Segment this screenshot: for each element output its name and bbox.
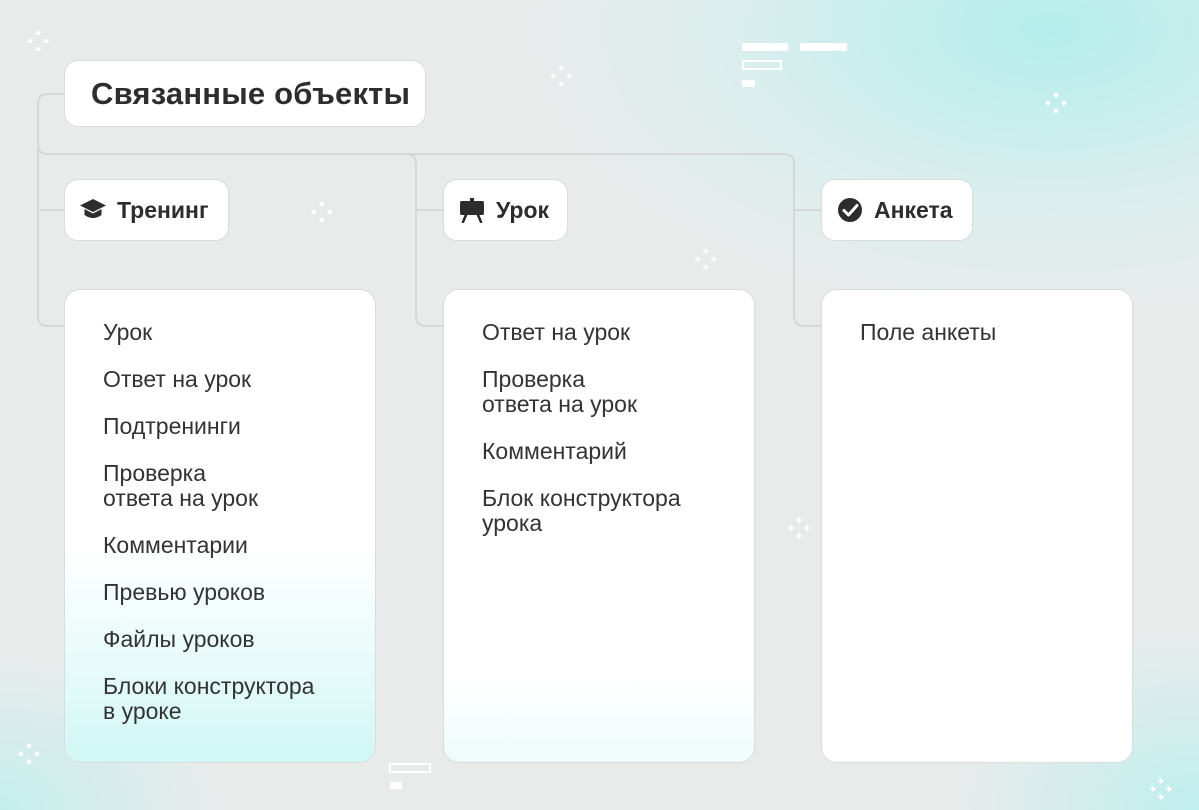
list-item: Поле анкеты (860, 319, 997, 345)
list-item: Комментарий (482, 438, 627, 464)
category-lesson: Урок (443, 179, 568, 241)
graduation-cap-icon (79, 196, 107, 224)
list-item: Превью уроков (103, 579, 266, 605)
training-related-list: Урок Ответ на урок Подтренинги Проверка … (64, 289, 376, 763)
survey-related-list: Поле анкеты (821, 289, 1133, 763)
lesson-related-list: Ответ на урок Проверка ответа на урок Ко… (443, 289, 755, 763)
list-item: Блок конструктора урока (482, 485, 681, 536)
category-training: Тренинг (64, 179, 229, 241)
list-item: Проверка ответа на урок (103, 460, 259, 511)
list-item: Урок (103, 319, 153, 345)
list-item: Файлы уроков (103, 626, 255, 652)
category-training-label: Тренинг (117, 196, 209, 223)
presentation-board-icon (458, 196, 486, 224)
list-item: Ответ на урок (482, 319, 631, 345)
title-box: Связанные объекты (64, 60, 426, 127)
check-circle-icon (836, 196, 864, 224)
category-survey-label: Анкета (874, 196, 953, 223)
list-item: Проверка ответа на урок (482, 366, 638, 417)
category-survey: Анкета (821, 179, 973, 241)
diagram-title: Связанные объекты (91, 75, 411, 111)
list-item: Ответ на урок (103, 366, 252, 392)
list-item: Комментарии (103, 532, 248, 558)
list-item: Блоки конструктора в уроке (103, 673, 315, 724)
list-item: Подтренинги (103, 413, 241, 439)
category-lesson-label: Урок (496, 196, 550, 223)
